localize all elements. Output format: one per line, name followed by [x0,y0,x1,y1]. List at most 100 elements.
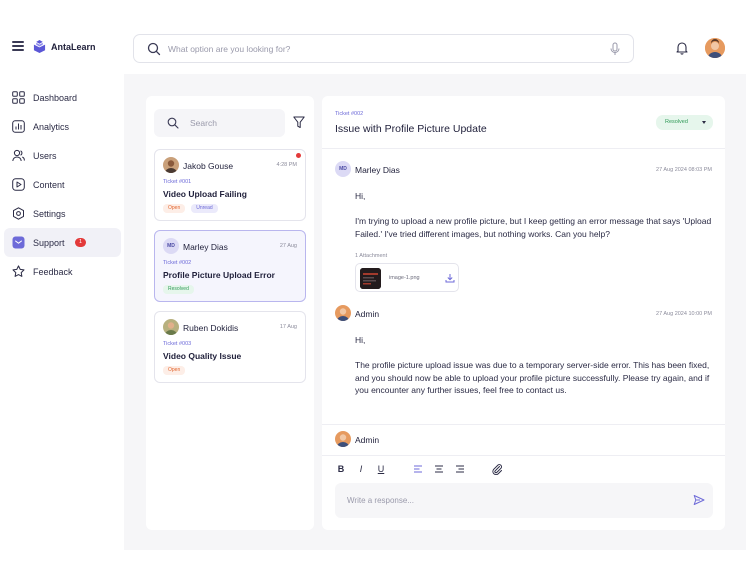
sidebar-item-support[interactable]: Support 1 [4,228,121,257]
analytics-icon [12,120,25,133]
italic-button[interactable]: I [355,463,367,475]
users-icon [12,149,25,162]
underline-button[interactable]: U [375,463,387,475]
reply-box [335,483,713,518]
star-icon [12,265,25,277]
ticket-id: Ticket #003 [163,341,192,347]
sidebar-item-analytics[interactable]: Analytics [4,112,121,141]
user-avatar[interactable] [705,38,725,58]
response-input[interactable] [347,493,667,507]
sidebar-item-label: Dashboard [33,92,78,103]
sidebar-item-label: Settings [33,208,66,219]
caret-down-icon [702,121,706,124]
global-search-input[interactable] [168,42,588,56]
composer-author: Admin [355,435,380,445]
ticket-tags: Open [163,366,186,375]
search-icon [167,117,179,129]
ticket-subject: Video Quality Issue [163,351,242,361]
ticket-time: 4:28 PM [276,162,297,168]
message-time: 27 Aug 2024 10:00 PM [656,311,712,317]
user-avatar-image [705,38,725,58]
status-dropdown-label: Resolved [665,119,688,125]
avatar-image [335,431,351,447]
ticket-id: Ticket #002 [163,260,192,266]
ticket-customer-name: Jakob Gouse [183,161,234,171]
mail-icon [12,236,25,249]
sidebar-item-label: Analytics [33,121,70,132]
main-content: Jakob Gouse 4:28 PM Ticket #001 Video Up… [124,74,746,550]
ticket-tags: Open Unread [163,204,218,213]
ticket-search-input[interactable] [190,116,278,130]
send-icon[interactable] [693,494,705,506]
sidebar-item-users[interactable]: Users [4,141,121,170]
ticket-card[interactable]: Jakob Gouse 4:28 PM Ticket #001 Video Up… [154,149,306,221]
align-left-icon[interactable] [412,463,424,475]
status-badge: Open [163,204,186,213]
status-badge: Open [163,366,186,375]
ticket-time: 17 Aug [279,324,297,330]
ticket-card[interactable]: Ruben Dokidis 17 Aug Ticket #003 Video Q… [154,311,306,383]
unread-indicator [296,153,301,158]
microphone-icon[interactable] [609,42,621,56]
ticket-customer-name: Ruben Dokidis [183,323,239,333]
brand-name: AntaLearn [51,41,96,52]
avatar [163,157,179,173]
filter-icon[interactable] [293,116,305,129]
avatar-image [163,157,179,173]
attachment-thumbnail [360,268,381,289]
conversation-ticket-id: Ticket #002 [335,111,364,117]
align-right-icon[interactable] [454,463,466,475]
sidebar-item-dashboard[interactable]: Dashboard [4,83,121,112]
support-count-badge: 1 [75,238,86,247]
attachment-name: image-1.png [389,275,420,281]
ticket-tags: Resolved [163,285,194,294]
message-body: The profile picture upload issue was due… [355,360,710,395]
ticket-customer-name: Marley Dias [183,242,228,252]
brand-logo-icon [33,40,46,53]
grid-icon [12,91,25,104]
avatar [163,319,179,335]
ticket-card[interactable]: MD Marley Dias 27 Aug Ticket #002 Profil… [154,230,306,302]
hamburger-menu-icon[interactable] [12,41,24,51]
conversation-title: Issue with Profile Picture Update [335,123,487,135]
sidebar-item-settings[interactable]: Settings [4,199,121,228]
attachment-count: 1 Attachment [355,253,388,259]
paperclip-icon[interactable] [491,463,503,475]
top-bar: AntaLearn [0,0,746,74]
avatar-image [163,319,179,335]
divider [322,148,725,149]
attachment-card[interactable]: image-1.png [355,263,459,292]
sidebar-item-label: Users [33,150,57,161]
status-badge: Unread [191,204,218,213]
sidebar-item-label: Feedback [33,266,73,277]
search-icon [147,42,161,56]
message-greeting: Hi, [355,191,366,201]
ticket-time: 27 Aug [279,243,297,249]
avatar: MD [163,238,179,254]
divider [322,455,725,456]
bold-button[interactable]: B [335,463,347,475]
status-dropdown[interactable]: Resolved [656,115,713,130]
image-thumbnail-icon [360,268,381,289]
sidebar-item-feedback[interactable]: Feedback [4,257,121,286]
brand[interactable]: AntaLearn [33,40,96,53]
global-search[interactable] [133,34,634,63]
conversation-panel: Ticket #002 Issue with Profile Picture U… [322,96,725,530]
align-center-icon[interactable] [433,463,445,475]
message-time: 27 Aug 2024 08:03 PM [656,167,712,173]
ticket-subject: Video Upload Failing [163,189,247,199]
sidebar-item-content[interactable]: Content [4,170,121,199]
message-greeting: Hi, [355,335,366,345]
ticket-id: Ticket #001 [163,179,192,185]
divider [322,424,725,425]
sidebar-item-label: Support [33,237,65,248]
play-icon [12,178,25,191]
sidebar-item-label: Content [33,179,65,190]
notification-bell-icon[interactable] [676,41,688,55]
ticket-search[interactable] [154,109,285,137]
ticket-subject: Profile Picture Upload Error [163,270,275,280]
message-author: Marley Dias [355,165,400,175]
download-icon[interactable] [445,273,455,283]
message-body: I'm trying to upload a new profile pictu… [355,216,712,239]
avatar [335,305,351,321]
